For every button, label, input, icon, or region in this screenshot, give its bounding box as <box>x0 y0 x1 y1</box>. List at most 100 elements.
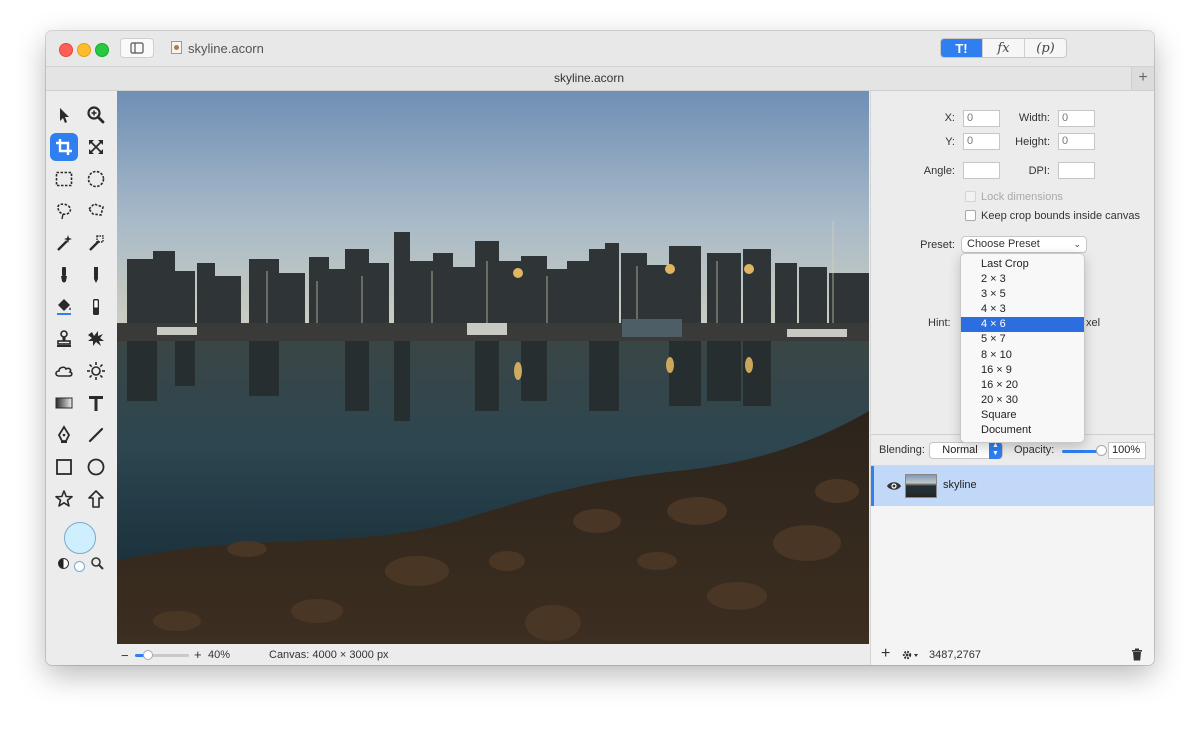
up-arrow-icon <box>88 490 104 508</box>
menu-item-square[interactable]: Square <box>961 408 1084 423</box>
title-bar: skyline.acorn T! fx (p) <box>46 31 1154 67</box>
zoom-slider-knob[interactable] <box>143 650 153 660</box>
ellipse-select-tool[interactable] <box>82 165 110 193</box>
cloud-tool[interactable] <box>50 357 78 385</box>
text-tool[interactable] <box>82 389 110 417</box>
keep-bounds-checkbox[interactable] <box>965 210 976 221</box>
trash-icon[interactable] <box>1131 648 1143 661</box>
pencil-tool[interactable] <box>82 261 110 289</box>
menu-item-16x20[interactable]: 16 × 20 <box>961 378 1084 393</box>
plugins-palette-tab[interactable]: (p) <box>1024 39 1066 57</box>
layer-name[interactable]: skyline <box>943 479 977 491</box>
pen-tool[interactable] <box>50 421 78 449</box>
arrow-cursor-icon <box>60 108 69 123</box>
toolbox <box>46 91 116 665</box>
zoom-out-button[interactable]: − <box>121 648 129 663</box>
menu-item-document[interactable]: Document <box>961 423 1084 438</box>
wand-select-icon <box>89 235 104 251</box>
zoom-tool[interactable] <box>82 101 110 129</box>
ellipse-tool[interactable] <box>82 453 110 481</box>
star-tool[interactable] <box>50 485 78 513</box>
menu-item-16x9[interactable]: 16 × 9 <box>961 363 1084 378</box>
crop-tool[interactable] <box>50 133 78 161</box>
blending-label: Blending: <box>879 444 925 456</box>
eyedropper-zoom-icon[interactable] <box>90 556 104 570</box>
select-arrow-tool[interactable] <box>50 101 78 129</box>
swap-colors-icon[interactable] <box>58 558 69 569</box>
menu-item-2x3[interactable]: 2 × 3 <box>961 272 1084 287</box>
clone-stamp-tool[interactable] <box>50 325 78 353</box>
height-field[interactable]: 0 <box>1058 133 1095 150</box>
sidebar-toggle-button[interactable] <box>120 38 154 58</box>
angle-field[interactable] <box>963 162 1000 179</box>
magic-wand-tool[interactable] <box>50 229 78 257</box>
height-label: Height: <box>1015 136 1050 148</box>
brush-tool[interactable] <box>50 261 78 289</box>
pen-nib-icon <box>57 425 71 443</box>
blending-select[interactable]: Normal ▲ ▼ <box>929 442 1003 459</box>
gear-icon[interactable] <box>901 648 921 662</box>
chevron-down-icon: ⌄ <box>1073 239 1081 249</box>
keep-bounds-label: Keep crop bounds inside canvas <box>981 210 1140 222</box>
image-canvas[interactable] <box>117 91 869 644</box>
lasso-icon <box>57 203 72 220</box>
maximize-button[interactable] <box>95 43 109 57</box>
y-label: Y: <box>945 136 955 148</box>
minimize-button[interactable] <box>77 43 91 57</box>
preset-popup-button[interactable]: Choose Preset ⌄ <box>961 236 1087 253</box>
paint-bucket-tool[interactable] <box>50 293 78 321</box>
dashed-rectangle-icon <box>55 171 73 187</box>
opacity-slider-knob[interactable] <box>1096 445 1107 456</box>
document-tab[interactable]: skyline.acorn <box>46 71 1132 85</box>
rectangle-tool[interactable] <box>50 453 78 481</box>
width-field[interactable]: 0 <box>1058 110 1095 127</box>
wand-select-tool[interactable] <box>82 229 110 257</box>
add-layer-button[interactable]: + <box>881 645 890 663</box>
window-title: skyline.acorn <box>188 41 264 56</box>
lock-dimensions-checkbox[interactable] <box>965 191 976 202</box>
rect-select-tool[interactable] <box>50 165 78 193</box>
menu-item-8x10[interactable]: 8 × 10 <box>961 348 1084 363</box>
dpi-field[interactable] <box>1058 162 1095 179</box>
palette-switcher[interactable]: T! fx (p) <box>940 38 1067 58</box>
eye-icon[interactable] <box>886 478 902 494</box>
smudge-tool[interactable] <box>82 325 110 353</box>
tools-palette-tab[interactable]: T! <box>941 39 982 57</box>
arrow-shape-tool[interactable] <box>82 485 110 513</box>
gradient-tool[interactable] <box>50 389 78 417</box>
y-field[interactable]: 0 <box>963 133 1000 150</box>
new-tab-button[interactable]: + <box>1131 67 1154 90</box>
menu-item-20x30[interactable]: 20 × 30 <box>961 393 1084 408</box>
close-button[interactable] <box>59 43 73 57</box>
sun-tool[interactable] <box>82 357 110 385</box>
stroke-color-swatch[interactable] <box>74 561 85 572</box>
zoom-in-button[interactable]: + <box>194 647 202 662</box>
menu-item-4x3[interactable]: 4 × 3 <box>961 302 1084 317</box>
sun-icon <box>87 362 105 380</box>
menu-item-3x5[interactable]: 3 × 5 <box>961 287 1084 302</box>
preset-menu: Last Crop 2 × 3 3 × 5 4 × 3 4 × 6 5 × 7 … <box>960 253 1085 443</box>
menu-item-4x6[interactable]: 4 × 6 <box>961 317 1084 333</box>
filters-palette-tab[interactable]: fx <box>982 39 1024 57</box>
crop-icon <box>56 139 72 155</box>
skyline-photo <box>117 91 869 644</box>
document-tab-bar: skyline.acorn + <box>46 67 1154 91</box>
text-icon <box>89 396 103 411</box>
polygon-lasso-tool[interactable] <box>82 197 110 225</box>
eraser-tool[interactable] <box>82 293 110 321</box>
fill-color-swatch[interactable] <box>64 522 96 554</box>
line-tool[interactable] <box>82 421 110 449</box>
zoom-level: 40% <box>208 649 231 661</box>
x-field[interactable]: 0 <box>963 110 1000 127</box>
transform-tool[interactable] <box>82 133 110 161</box>
layer-row[interactable]: skyline <box>871 466 1154 506</box>
cloud-icon <box>55 366 73 377</box>
dashed-circle-icon <box>87 170 105 188</box>
menu-item-5x7[interactable]: 5 × 7 <box>961 332 1084 347</box>
stamp-icon <box>57 330 71 347</box>
menu-item-last-crop[interactable]: Last Crop <box>961 257 1084 272</box>
gradient-icon <box>55 397 73 409</box>
opacity-field[interactable]: 100% <box>1108 442 1146 459</box>
lasso-tool[interactable] <box>50 197 78 225</box>
magic-wand-icon <box>57 235 72 251</box>
